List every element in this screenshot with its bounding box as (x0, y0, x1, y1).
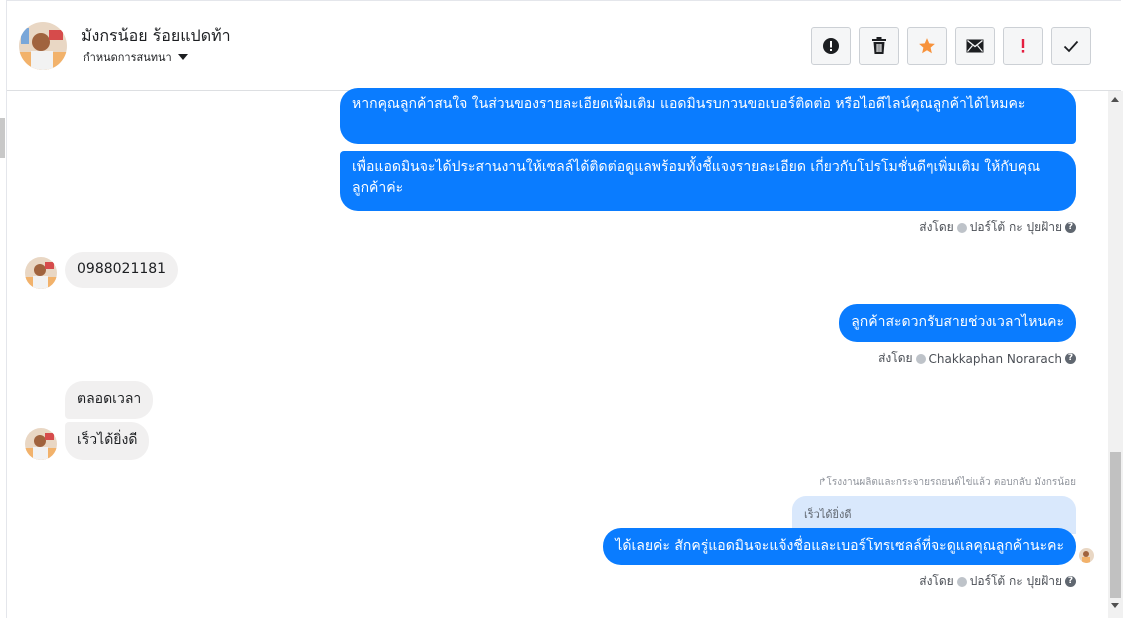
left-panel-edge (0, 0, 7, 618)
follow-up-button[interactable] (1003, 27, 1043, 65)
mark-spam-button[interactable] (811, 27, 851, 65)
scroll-down-arrow-icon[interactable] (1111, 603, 1119, 608)
help-icon[interactable]: ? (1065, 353, 1076, 364)
reply-context-note: ↱โรงงานผลิตและกระจายรถยนต์ไข่แล้ว ตอบกลั… (818, 475, 1076, 490)
delete-button[interactable] (859, 27, 899, 65)
assign-conversation-dropdown[interactable]: กำหนดการสนทนา (83, 48, 188, 66)
outgoing-message[interactable]: ลูกค้าสะดวกรับสายช่วงเวลาไหนคะ (839, 304, 1076, 342)
sent-by-agent: Chakkaphan Norarach (928, 351, 1062, 366)
sent-by-info: ส่งโดย ปอร์โต้ กะ ปุยฝ้าย ? (919, 572, 1076, 591)
sent-by-prefix: ส่งโดย (878, 351, 913, 365)
outgoing-message[interactable]: ได้เลยค่ะ สักครู่แอดมินจะแจ้งชื่อและเบอร… (603, 528, 1076, 565)
sent-by-info: ส่งโดย Chakkaphan Norarach ? (878, 349, 1076, 368)
thread-scrollbar[interactable] (1108, 91, 1123, 618)
right-edge (1123, 0, 1137, 618)
scrollbar-thumb[interactable] (1110, 452, 1121, 598)
reply-context-text: โรงงานผลิตและกระจายรถยนต์ไข่แล้ว ตอบกลับ… (826, 477, 1076, 488)
conversation-header: มังกรน้อย ร้อยแปดท้า กำหนดการสนทนา (7, 0, 1121, 91)
incoming-message[interactable]: ตลอดเวลา (65, 381, 154, 419)
incoming-message[interactable]: เร็วได้ยิ่งดี (65, 422, 150, 460)
sent-by-info: ส่งโดย ปอร์โต้ กะ ปุยฝ้าย ? (919, 218, 1076, 237)
assign-conversation-label: กำหนดการสนทนา (83, 51, 172, 64)
incoming-message[interactable]: 0988021181 (65, 252, 179, 288)
contact-avatar-small[interactable] (25, 428, 57, 460)
left-panel-scrollbar[interactable] (0, 118, 5, 158)
help-icon[interactable]: ? (1065, 222, 1076, 233)
checkmark-icon (1063, 40, 1079, 53)
conversation-toolbar (811, 27, 1091, 65)
sent-by-agent: ปอร์โต้ กะ ปุยฝ้าย (969, 574, 1062, 588)
help-icon[interactable]: ? (1065, 576, 1076, 587)
outgoing-message[interactable]: หากคุณลูกค้าสนใจ ในส่วนของรายละเอียดเพิ่… (340, 88, 1076, 144)
star-icon (919, 38, 935, 54)
mark-unread-button[interactable] (955, 27, 995, 65)
star-button[interactable] (907, 27, 947, 65)
contact-avatar[interactable] (19, 22, 67, 70)
trash-icon (872, 37, 886, 54)
contact-avatar-small[interactable] (25, 257, 57, 289)
envelope-icon (966, 39, 984, 53)
sent-by-agent: ปอร์โต้ กะ ปุยฝ้าย (969, 220, 1062, 234)
sent-by-prefix: ส่งโดย (919, 220, 954, 234)
alert-circle-icon (823, 38, 839, 54)
message-thread: หากคุณลูกค้าสนใจ ในส่วนของรายละเอียดเพิ่… (7, 88, 1108, 618)
sent-by-prefix: ส่งโดย (919, 574, 954, 588)
contact-name: มังกรน้อย ร้อยแปดท้า (81, 26, 231, 45)
seen-avatar (1079, 548, 1094, 563)
check-circle-icon (956, 222, 967, 233)
mark-done-button[interactable] (1051, 27, 1091, 65)
check-circle-icon (915, 353, 926, 364)
exclamation-icon (1021, 39, 1025, 53)
caret-down-icon (177, 54, 188, 60)
check-circle-icon (956, 576, 967, 587)
outgoing-message[interactable]: เพื่อแอดมินจะได้ประสานงานให้เซลล์ได้ติดต… (340, 151, 1076, 211)
scroll-up-arrow-icon[interactable] (1111, 97, 1119, 102)
